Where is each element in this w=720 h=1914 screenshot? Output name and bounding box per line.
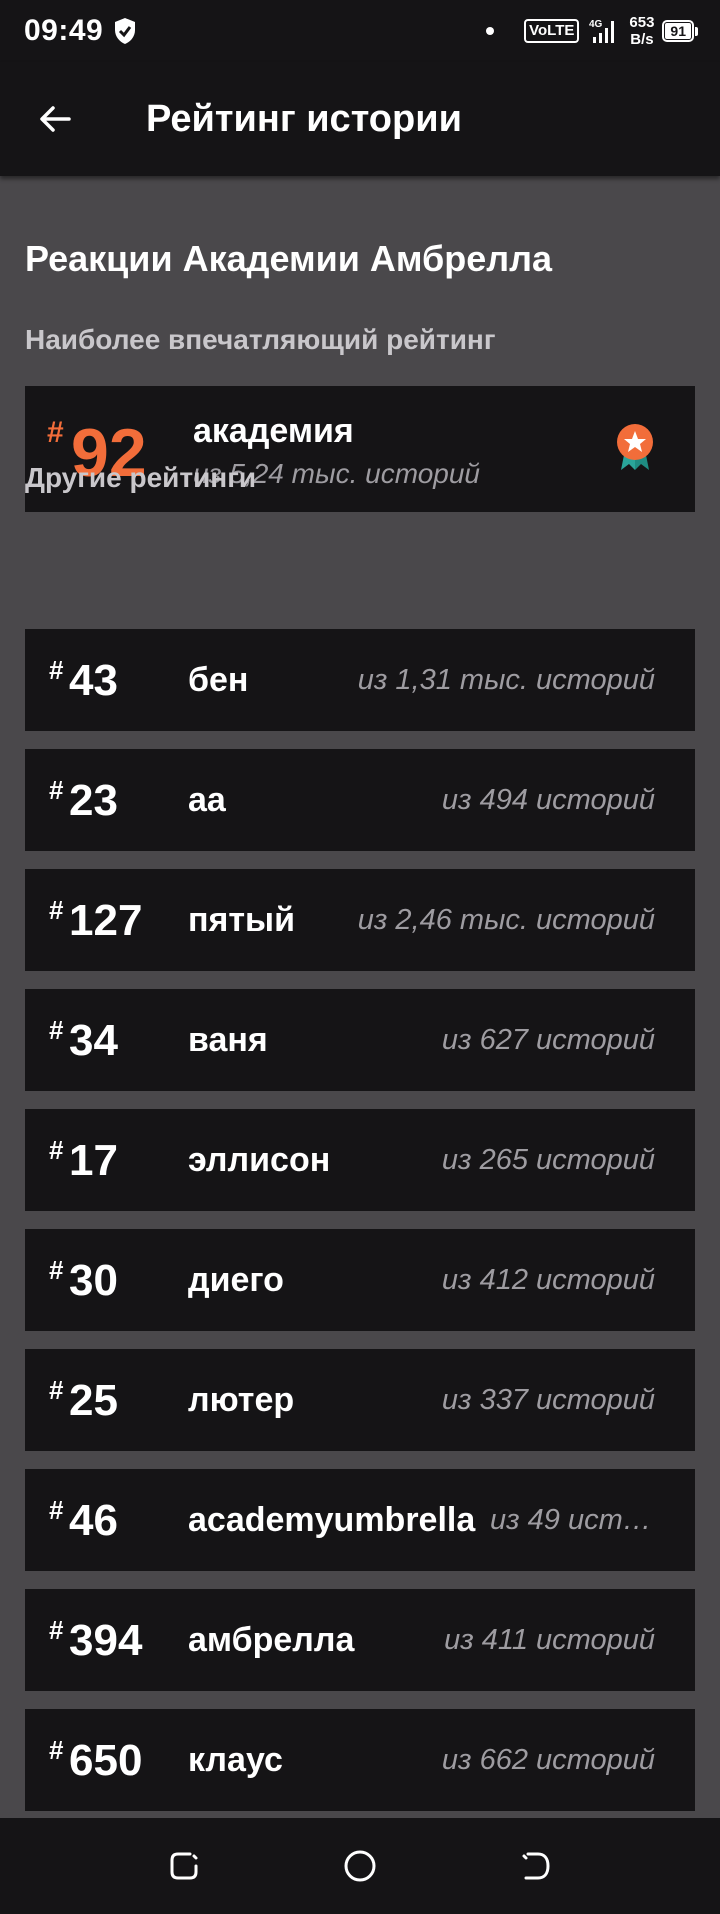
rank-number: 34	[69, 1016, 118, 1065]
back-icon[interactable]	[516, 1846, 556, 1886]
speed-value: 653	[629, 14, 655, 31]
rank-card[interactable]: # 17 эллисон из 265 историй	[25, 1109, 695, 1211]
notification-dot-icon	[486, 27, 495, 35]
signal-4g-icon: 4G	[589, 19, 615, 43]
rank-tag-name: амбрелла	[188, 1621, 355, 1659]
page-title: Рейтинг истории	[146, 97, 462, 140]
app-bar: Рейтинг истории	[0, 62, 720, 176]
status-icons: VoLTE 4G 653 B/s 91	[486, 14, 698, 48]
shield-icon	[115, 18, 136, 44]
medal-star-icon	[617, 424, 653, 470]
rank-story-count: из 265 историй	[441, 1144, 655, 1176]
rank-tag-name: лютер	[188, 1381, 295, 1419]
rank-hash: #	[49, 655, 64, 685]
rank-story-count: из 49 историй	[490, 1504, 655, 1536]
status-bar: 09:49 VoLTE 4G 653 B/s 91	[0, 0, 720, 62]
back-button[interactable]	[0, 62, 110, 176]
rank-number: 394	[69, 1616, 143, 1665]
rank-story-count: из 627 историй	[441, 1024, 655, 1056]
rank-hash: #	[49, 1735, 64, 1765]
rank-number: 43	[69, 656, 118, 705]
rank-card[interactable]: # 30 диего из 412 историй	[25, 1229, 695, 1331]
rank-tag-name: пятый	[188, 901, 295, 939]
rank-number: 17	[69, 1136, 118, 1185]
speed-unit: B/s	[630, 31, 654, 48]
rank-hash: #	[49, 895, 64, 925]
status-time: 09:49	[24, 14, 104, 47]
network-type: 4G	[589, 19, 603, 30]
system-nav-bar	[0, 1818, 720, 1914]
rank-story-count: из 1,31 тыс. историй	[357, 664, 655, 696]
featured-tag-name: академия	[193, 412, 354, 450]
rank-hash: #	[49, 775, 64, 805]
rank-card[interactable]: # 394 амбрелла из 411 историй	[25, 1589, 695, 1691]
rank-hash: #	[49, 1135, 64, 1165]
rank-hash: #	[49, 1615, 64, 1645]
rank-number: 30	[69, 1256, 118, 1305]
rank-number: 23	[69, 776, 118, 825]
featured-section-label: Наиболее впечатляющий рейтинг	[25, 324, 496, 355]
rank-story-count: из 411 историй	[444, 1624, 655, 1656]
rank-hash: #	[49, 1015, 64, 1045]
rank-number: 46	[69, 1496, 118, 1545]
network-speed: 653 B/s	[629, 14, 654, 48]
rank-story-count: из 412 историй	[441, 1264, 655, 1296]
rank-story-count: из 337 историй	[441, 1384, 655, 1416]
rank-hash: #	[49, 1495, 64, 1525]
rank-tag-name: диего	[188, 1261, 284, 1299]
rank-card[interactable]: # 46 academyumbrella из 49 историй	[25, 1469, 695, 1571]
rank-hash: #	[49, 1255, 64, 1285]
rank-story-count: из 2,46 тыс. историй	[357, 904, 655, 936]
rank-number: 127	[69, 896, 143, 945]
battery-level: 91	[665, 23, 691, 39]
rank-card[interactable]: # 34 ваня из 627 историй	[25, 989, 695, 1091]
battery-icon: 91	[662, 20, 698, 42]
rank-hash: #	[49, 1375, 64, 1405]
other-ranks-section-label: Другие рейтинги	[25, 462, 257, 493]
featured-rank-hash: #	[47, 416, 64, 449]
rank-card[interactable]: # 23 аа из 494 историй	[25, 749, 695, 851]
rank-card[interactable]: # 127 пятый из 2,46 тыс. историй	[25, 869, 695, 971]
rank-card[interactable]: # 650 клаус из 662 историй	[25, 1709, 695, 1811]
rank-tag-name: ваня	[188, 1021, 268, 1059]
volte-badge: VoLTE	[524, 19, 580, 43]
rank-tag-name: эллисон	[188, 1141, 331, 1179]
rank-tag-name: клаус	[188, 1741, 283, 1779]
rank-number: 25	[69, 1376, 118, 1425]
home-circle-icon[interactable]	[340, 1846, 380, 1886]
rank-story-count: из 494 историй	[441, 784, 655, 816]
rank-number: 650	[69, 1736, 143, 1785]
story-title: Реакции Академии Амбрелла	[25, 238, 553, 279]
rank-story-count: из 662 историй	[441, 1744, 655, 1776]
rank-tag-name: бен	[188, 661, 249, 699]
recents-icon[interactable]	[164, 1846, 204, 1886]
rank-tag-name: academyumbrella	[188, 1501, 476, 1539]
rank-tag-name: аа	[188, 781, 226, 819]
arrow-left-icon	[40, 106, 71, 132]
rank-card[interactable]: # 25 лютер из 337 историй	[25, 1349, 695, 1451]
rank-card[interactable]: # 43 бен из 1,31 тыс. историй	[25, 629, 695, 731]
